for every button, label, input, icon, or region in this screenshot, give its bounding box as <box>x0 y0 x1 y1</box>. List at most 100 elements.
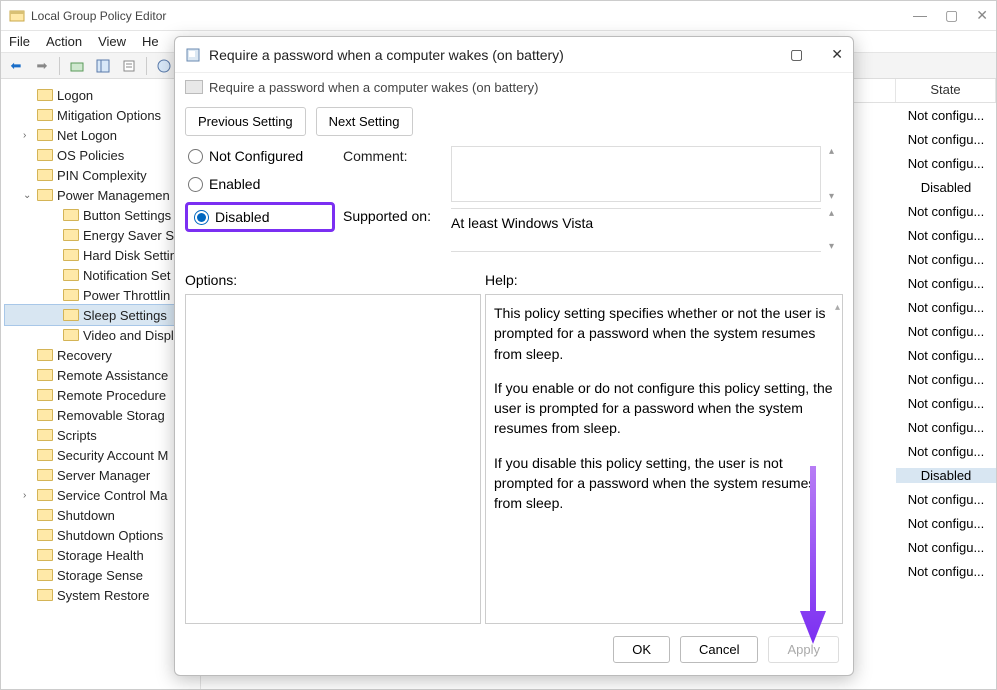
list-cell-state: Not configu... <box>896 252 996 267</box>
tree-node[interactable]: Hard Disk Settin <box>5 245 196 265</box>
tree-node[interactable]: › Net Logon <box>5 125 196 145</box>
tree-node[interactable]: System Restore <box>5 585 196 605</box>
apply-button[interactable]: Apply <box>768 636 839 663</box>
tree-node-label: Mitigation Options <box>57 108 161 123</box>
show-hide-tree-button[interactable] <box>92 55 114 77</box>
comment-input[interactable] <box>451 146 821 202</box>
tree-node-label: Service Control Ma <box>57 488 168 503</box>
tree-node-label: Sleep Settings <box>83 308 167 323</box>
tree-node[interactable]: Remote Procedure <box>5 385 196 405</box>
tree-node[interactable]: Storage Sense <box>5 565 196 585</box>
radio-not-configured-input[interactable] <box>188 149 203 164</box>
tree-node[interactable]: Mitigation Options <box>5 105 196 125</box>
folder-icon <box>37 489 53 501</box>
app-icon <box>9 8 25 24</box>
tree-node[interactable]: Recovery <box>5 345 196 365</box>
radio-disabled[interactable]: Disabled <box>185 202 335 232</box>
chevron-icon[interactable]: › <box>23 490 35 501</box>
tree-node[interactable]: Notification Set <box>5 265 196 285</box>
tree-node[interactable]: Energy Saver Se <box>5 225 196 245</box>
tree-node[interactable]: ⌄Power Managemen <box>5 185 196 205</box>
folder-icon <box>63 329 79 341</box>
tree-node[interactable]: Storage Health <box>5 545 196 565</box>
ok-button[interactable]: OK <box>613 636 670 663</box>
folder-icon <box>63 229 79 241</box>
tree-node[interactable]: Security Account M <box>5 445 196 465</box>
help-label: Help: <box>485 272 518 288</box>
tree-node-label: Logon <box>57 88 93 103</box>
help-scroll-up-icon[interactable]: ▴ <box>835 301 840 316</box>
radio-disabled-input[interactable] <box>194 210 209 225</box>
scroll-up-icon[interactable]: ▴ <box>829 208 843 219</box>
menu-action[interactable]: Action <box>46 34 82 49</box>
tree-node[interactable]: Logon <box>5 85 196 105</box>
next-setting-button[interactable]: Next Setting <box>316 107 413 136</box>
menu-help[interactable]: He <box>142 34 159 49</box>
radio-enabled[interactable]: Enabled <box>185 174 335 194</box>
tree-node[interactable]: Shutdown <box>5 505 196 525</box>
menu-view[interactable]: View <box>98 34 126 49</box>
cancel-button[interactable]: Cancel <box>680 636 758 663</box>
dialog-subtitle-row: Require a password when a computer wakes… <box>175 73 853 101</box>
options-pane <box>185 294 481 624</box>
list-cell-state: Not configu... <box>896 516 996 531</box>
dialog-close-button[interactable]: ✕ <box>831 46 843 63</box>
scroll-down-icon[interactable]: ▾ <box>829 241 843 252</box>
policy-dialog: Require a password when a computer wakes… <box>174 36 854 676</box>
tree-node[interactable]: Button Settings <box>5 205 196 225</box>
minimize-button[interactable]: — <box>913 7 927 24</box>
forward-button[interactable]: ➡ <box>31 55 53 77</box>
tree-node[interactable]: › Service Control Ma <box>5 485 196 505</box>
tree-node-label: Shutdown <box>57 508 115 523</box>
previous-setting-button[interactable]: Previous Setting <box>185 107 306 136</box>
chevron-icon[interactable]: ⌄ <box>23 190 35 201</box>
folder-icon <box>37 169 53 181</box>
tree-node[interactable]: Scripts <box>5 425 196 445</box>
folder-icon <box>37 129 53 141</box>
tree-node[interactable]: Removable Storag <box>5 405 196 425</box>
scroll-up-icon[interactable]: ▴ <box>829 146 843 157</box>
close-button[interactable]: ✕ <box>976 7 988 24</box>
policy-subtitle-icon <box>185 80 203 94</box>
col-state[interactable]: State <box>896 79 996 102</box>
tree-node[interactable]: Power Throttlin <box>5 285 196 305</box>
supported-scrollbar[interactable]: ▴▾ <box>829 208 843 252</box>
back-button[interactable]: ⬅ <box>5 55 27 77</box>
help-toolbar-button[interactable] <box>153 55 175 77</box>
tree-node[interactable]: PIN Complexity <box>5 165 196 185</box>
folder-icon <box>37 549 53 561</box>
tree-node-label: Notification Set <box>83 268 170 283</box>
up-button[interactable] <box>66 55 88 77</box>
list-cell-state: Not configu... <box>896 420 996 435</box>
tree-node-label: Storage Health <box>57 548 144 563</box>
folder-icon <box>37 509 53 521</box>
tree-panel[interactable]: Logon Mitigation Options › Net Logon OS Poli… <box>1 79 201 689</box>
maximize-button[interactable]: ▢ <box>945 7 958 24</box>
tree-node[interactable]: Shutdown Options <box>5 525 196 545</box>
tree-node-label: Net Logon <box>57 128 117 143</box>
radio-group: Not Configured Enabled Disabled <box>185 146 335 232</box>
tree-node[interactable]: Remote Assistance <box>5 365 196 385</box>
folder-icon <box>37 429 53 441</box>
tree-node[interactable]: Sleep Settings <box>5 305 196 325</box>
supported-on-label: Supported on: <box>343 208 443 224</box>
scroll-down-icon[interactable]: ▾ <box>829 191 843 202</box>
tree-node-label: Security Account M <box>57 448 168 463</box>
tree-node[interactable]: OS Policies <box>5 145 196 165</box>
dialog-maximize-button[interactable]: ▢ <box>790 46 803 63</box>
folder-icon <box>37 469 53 481</box>
properties-button[interactable] <box>118 55 140 77</box>
menu-file[interactable]: File <box>9 34 30 49</box>
radio-not-configured[interactable]: Not Configured <box>185 146 335 166</box>
radio-enabled-input[interactable] <box>188 177 203 192</box>
tree-node-label: PIN Complexity <box>57 168 147 183</box>
list-cell-state: Not configu... <box>896 324 996 339</box>
comment-scrollbar[interactable]: ▴▾ <box>829 146 843 202</box>
folder-icon <box>37 189 53 201</box>
help-paragraph: This policy setting specifies whether or… <box>494 303 834 364</box>
chevron-icon[interactable]: › <box>23 130 35 141</box>
tree-node[interactable]: Server Manager <box>5 465 196 485</box>
folder-icon <box>37 369 53 381</box>
tree-node[interactable]: Video and Displ <box>5 325 196 345</box>
folder-icon <box>37 389 53 401</box>
